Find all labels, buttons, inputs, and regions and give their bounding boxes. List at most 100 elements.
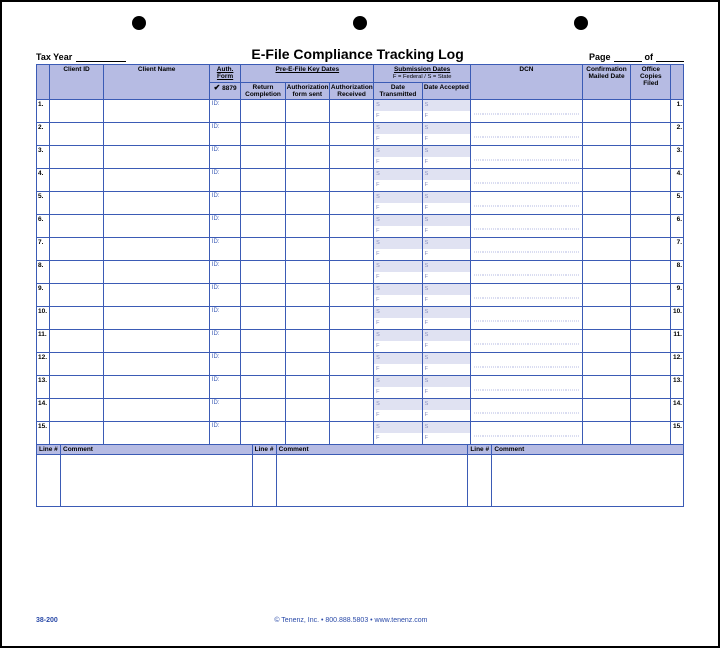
client-id-input[interactable] bbox=[49, 122, 104, 145]
auth-form-id-input[interactable]: ID: bbox=[209, 375, 241, 398]
return-completion-input[interactable] bbox=[241, 421, 285, 444]
auth-received-input[interactable] bbox=[329, 191, 373, 214]
date-transmitted-input[interactable]: SF bbox=[374, 398, 422, 421]
copies-filed-input[interactable] bbox=[631, 283, 671, 306]
auth-received-input[interactable] bbox=[329, 329, 373, 352]
confirmation-input[interactable] bbox=[582, 214, 630, 237]
return-completion-input[interactable] bbox=[241, 214, 285, 237]
auth-form-sent-input[interactable] bbox=[285, 122, 329, 145]
date-accepted-input[interactable]: SF bbox=[422, 145, 470, 168]
confirmation-input[interactable] bbox=[582, 145, 630, 168]
confirmation-input[interactable] bbox=[582, 375, 630, 398]
client-name-input[interactable] bbox=[104, 352, 209, 375]
auth-form-id-input[interactable]: ID: bbox=[209, 260, 241, 283]
date-transmitted-input[interactable]: SF bbox=[374, 237, 422, 260]
client-id-input[interactable] bbox=[49, 329, 104, 352]
auth-received-input[interactable] bbox=[329, 260, 373, 283]
date-transmitted-input[interactable]: SF bbox=[374, 99, 422, 122]
auth-form-id-input[interactable]: ID: bbox=[209, 168, 241, 191]
return-completion-input[interactable] bbox=[241, 168, 285, 191]
comment-line-input[interactable] bbox=[468, 454, 492, 506]
client-id-input[interactable] bbox=[49, 145, 104, 168]
dcn-input[interactable] bbox=[471, 145, 583, 168]
dcn-input[interactable] bbox=[471, 283, 583, 306]
auth-form-id-input[interactable]: ID: bbox=[209, 421, 241, 444]
auth-form-sent-input[interactable] bbox=[285, 168, 329, 191]
copies-filed-input[interactable] bbox=[631, 306, 671, 329]
client-id-input[interactable] bbox=[49, 260, 104, 283]
client-name-input[interactable] bbox=[104, 260, 209, 283]
client-id-input[interactable] bbox=[49, 191, 104, 214]
confirmation-input[interactable] bbox=[582, 283, 630, 306]
auth-form-id-input[interactable]: ID: bbox=[209, 237, 241, 260]
copies-filed-input[interactable] bbox=[631, 168, 671, 191]
page-number-input[interactable] bbox=[614, 52, 642, 62]
copies-filed-input[interactable] bbox=[631, 237, 671, 260]
dcn-input[interactable] bbox=[471, 375, 583, 398]
confirmation-input[interactable] bbox=[582, 329, 630, 352]
auth-form-sent-input[interactable] bbox=[285, 283, 329, 306]
confirmation-input[interactable] bbox=[582, 122, 630, 145]
date-accepted-input[interactable]: SF bbox=[422, 122, 470, 145]
client-name-input[interactable] bbox=[104, 145, 209, 168]
auth-form-id-input[interactable]: ID: bbox=[209, 283, 241, 306]
auth-form-sent-input[interactable] bbox=[285, 398, 329, 421]
auth-form-id-input[interactable]: ID: bbox=[209, 306, 241, 329]
copies-filed-input[interactable] bbox=[631, 191, 671, 214]
auth-form-sent-input[interactable] bbox=[285, 352, 329, 375]
confirmation-input[interactable] bbox=[582, 191, 630, 214]
comment-input[interactable] bbox=[276, 454, 468, 506]
auth-received-input[interactable] bbox=[329, 375, 373, 398]
auth-form-sent-input[interactable] bbox=[285, 421, 329, 444]
client-id-input[interactable] bbox=[49, 375, 104, 398]
dcn-input[interactable] bbox=[471, 168, 583, 191]
copies-filed-input[interactable] bbox=[631, 260, 671, 283]
client-id-input[interactable] bbox=[49, 352, 104, 375]
return-completion-input[interactable] bbox=[241, 306, 285, 329]
auth-form-sent-input[interactable] bbox=[285, 214, 329, 237]
date-transmitted-input[interactable]: SF bbox=[374, 145, 422, 168]
date-transmitted-input[interactable]: SF bbox=[374, 306, 422, 329]
client-name-input[interactable] bbox=[104, 99, 209, 122]
confirmation-input[interactable] bbox=[582, 421, 630, 444]
date-accepted-input[interactable]: SF bbox=[422, 421, 470, 444]
return-completion-input[interactable] bbox=[241, 260, 285, 283]
date-accepted-input[interactable]: SF bbox=[422, 375, 470, 398]
return-completion-input[interactable] bbox=[241, 145, 285, 168]
return-completion-input[interactable] bbox=[241, 99, 285, 122]
date-accepted-input[interactable]: SF bbox=[422, 306, 470, 329]
confirmation-input[interactable] bbox=[582, 237, 630, 260]
confirmation-input[interactable] bbox=[582, 99, 630, 122]
return-completion-input[interactable] bbox=[241, 283, 285, 306]
date-transmitted-input[interactable]: SF bbox=[374, 329, 422, 352]
auth-received-input[interactable] bbox=[329, 214, 373, 237]
auth-received-input[interactable] bbox=[329, 421, 373, 444]
auth-form-sent-input[interactable] bbox=[285, 191, 329, 214]
dcn-input[interactable] bbox=[471, 329, 583, 352]
dcn-input[interactable] bbox=[471, 421, 583, 444]
date-accepted-input[interactable]: SF bbox=[422, 168, 470, 191]
client-name-input[interactable] bbox=[104, 191, 209, 214]
dcn-input[interactable] bbox=[471, 352, 583, 375]
client-name-input[interactable] bbox=[104, 122, 209, 145]
client-id-input[interactable] bbox=[49, 237, 104, 260]
date-accepted-input[interactable]: SF bbox=[422, 191, 470, 214]
auth-form-id-input[interactable]: ID: bbox=[209, 352, 241, 375]
confirmation-input[interactable] bbox=[582, 306, 630, 329]
auth-received-input[interactable] bbox=[329, 168, 373, 191]
auth-form-id-input[interactable]: ID: bbox=[209, 329, 241, 352]
confirmation-input[interactable] bbox=[582, 168, 630, 191]
date-transmitted-input[interactable]: SF bbox=[374, 283, 422, 306]
date-transmitted-input[interactable]: SF bbox=[374, 168, 422, 191]
copies-filed-input[interactable] bbox=[631, 398, 671, 421]
dcn-input[interactable] bbox=[471, 214, 583, 237]
confirmation-input[interactable] bbox=[582, 352, 630, 375]
dcn-input[interactable] bbox=[471, 306, 583, 329]
auth-form-id-input[interactable]: ID: bbox=[209, 122, 241, 145]
client-name-input[interactable] bbox=[104, 283, 209, 306]
dcn-input[interactable] bbox=[471, 260, 583, 283]
return-completion-input[interactable] bbox=[241, 237, 285, 260]
client-name-input[interactable] bbox=[104, 421, 209, 444]
auth-form-sent-input[interactable] bbox=[285, 260, 329, 283]
comment-input[interactable] bbox=[61, 454, 253, 506]
